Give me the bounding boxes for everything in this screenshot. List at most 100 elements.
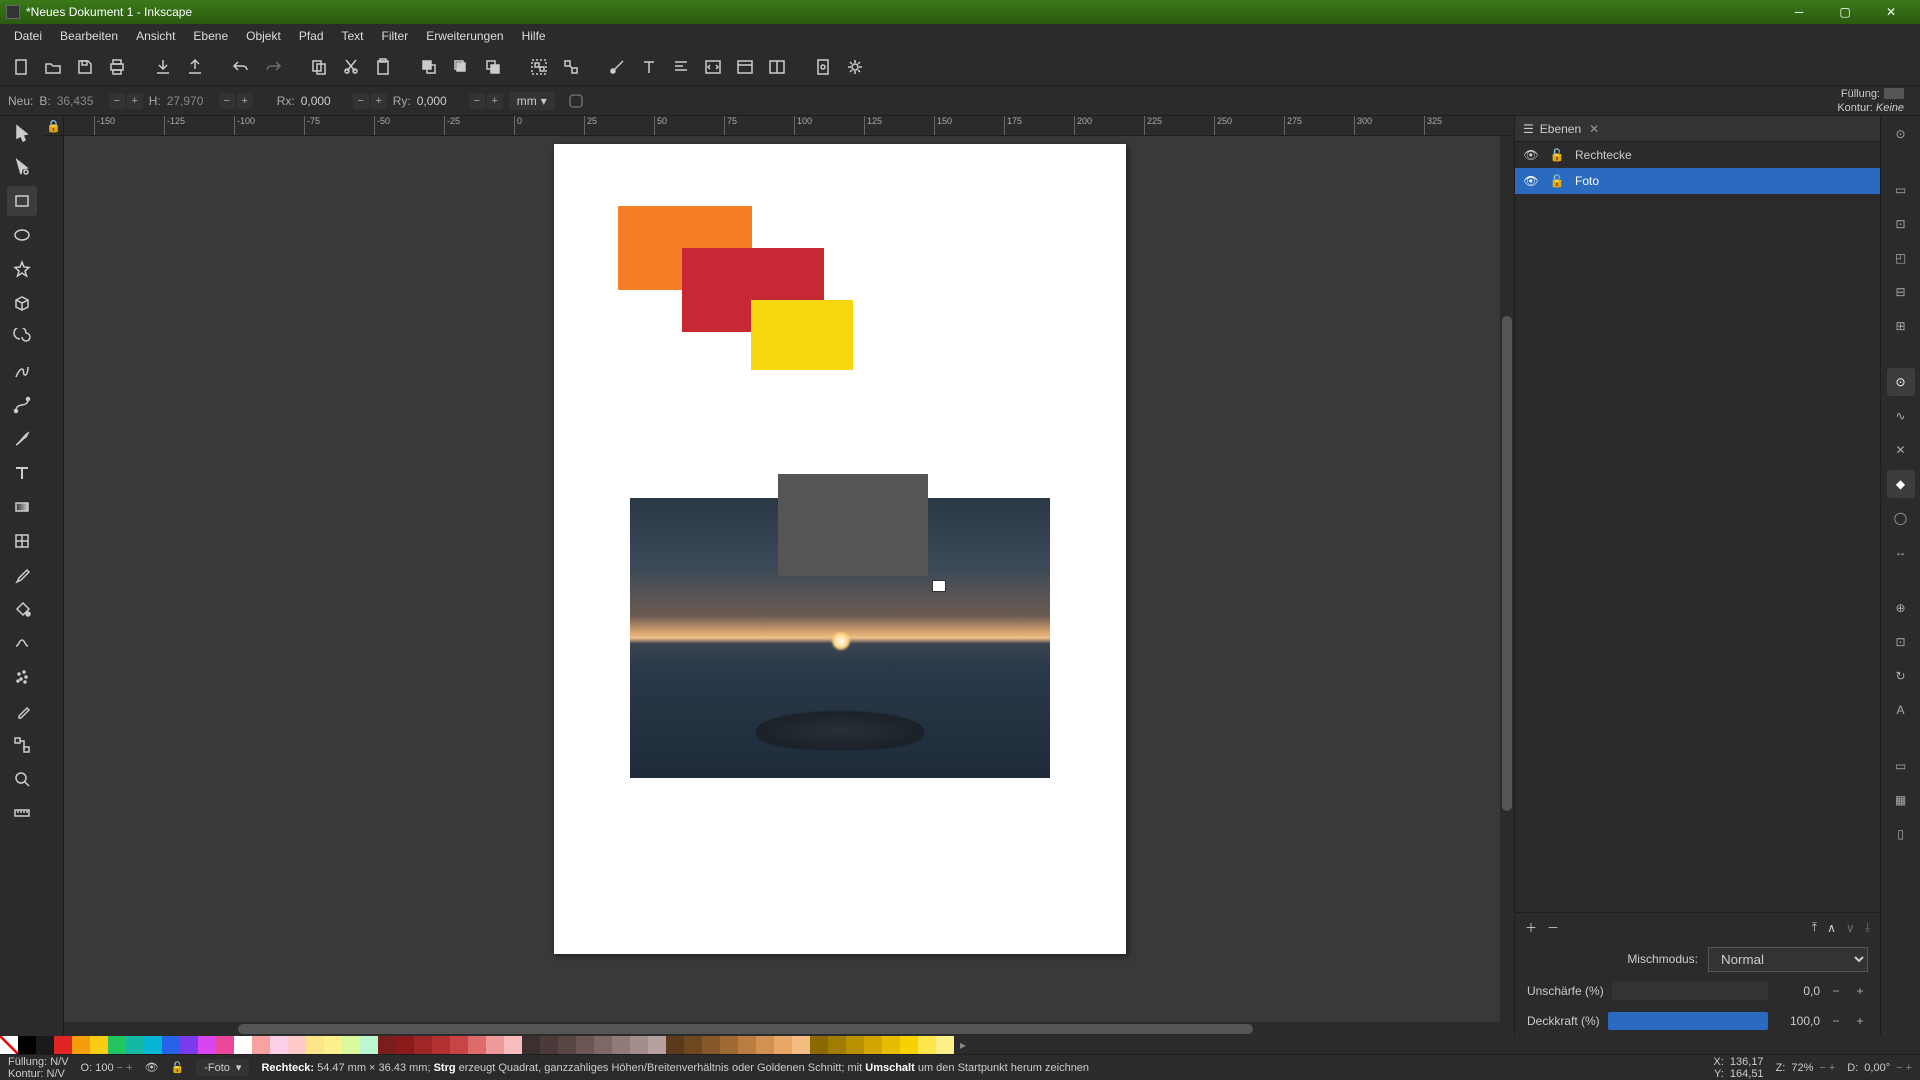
save-button[interactable] bbox=[70, 52, 100, 82]
raise-button[interactable] bbox=[446, 52, 476, 82]
palette-swatch[interactable] bbox=[72, 1036, 90, 1054]
text-tool[interactable] bbox=[7, 458, 37, 488]
prefs-button[interactable] bbox=[840, 52, 870, 82]
palette-swatch[interactable] bbox=[252, 1036, 270, 1054]
canvas[interactable] bbox=[64, 136, 1514, 1036]
snap-toggle-icon[interactable]: ⊙ bbox=[1887, 120, 1915, 148]
rx-value[interactable]: 0,000 bbox=[301, 94, 347, 108]
vertical-scrollbar[interactable] bbox=[1500, 136, 1514, 1036]
palette-swatch[interactable] bbox=[900, 1036, 918, 1054]
visibility-toggle-icon[interactable]: 👁 bbox=[1523, 148, 1539, 162]
width-inc[interactable]: + bbox=[127, 93, 143, 109]
ruler-corner[interactable]: 🔒 bbox=[44, 116, 64, 136]
palette-swatch[interactable] bbox=[198, 1036, 216, 1054]
new-button[interactable] bbox=[6, 52, 36, 82]
mesh-tool[interactable] bbox=[7, 526, 37, 556]
layer-bottom-button[interactable]: ⤓ bbox=[1865, 920, 1870, 935]
opacity-dec[interactable]: − bbox=[1828, 1014, 1844, 1028]
rx-inc[interactable]: + bbox=[371, 93, 387, 109]
star-tool[interactable] bbox=[7, 254, 37, 284]
shape-rect-yellow[interactable] bbox=[751, 300, 853, 370]
fill-stroke-button[interactable] bbox=[602, 52, 632, 82]
palette-swatch[interactable] bbox=[126, 1036, 144, 1054]
menu-hilfe[interactable]: Hilfe bbox=[514, 26, 554, 46]
palette-swatch[interactable] bbox=[234, 1036, 252, 1054]
selectors-button[interactable] bbox=[762, 52, 792, 82]
status-zoom[interactable]: Z:72%− + bbox=[1776, 1062, 1836, 1074]
status-opacity[interactable]: O: 100 − + bbox=[81, 1062, 133, 1074]
palette-swatch[interactable] bbox=[486, 1036, 504, 1054]
layer-top-button[interactable]: ⤒ bbox=[1812, 920, 1817, 935]
palette-swatch[interactable] bbox=[180, 1036, 198, 1054]
snap-bbox-icon[interactable]: ▭ bbox=[1887, 176, 1915, 204]
palette-swatch[interactable] bbox=[720, 1036, 738, 1054]
palette-swatch[interactable] bbox=[378, 1036, 396, 1054]
layer-name[interactable]: Foto bbox=[1575, 174, 1599, 188]
calligraphy-tool[interactable] bbox=[7, 424, 37, 454]
lower-button[interactable] bbox=[478, 52, 508, 82]
palette-swatch[interactable] bbox=[162, 1036, 180, 1054]
text-props-button[interactable] bbox=[634, 52, 664, 82]
import-button[interactable] bbox=[148, 52, 178, 82]
layer-up-button[interactable]: ∧ bbox=[1827, 921, 1836, 935]
palette-swatch[interactable] bbox=[540, 1036, 558, 1054]
palette-swatch[interactable] bbox=[864, 1036, 882, 1054]
palette-swatch[interactable] bbox=[882, 1036, 900, 1054]
palette-swatch[interactable] bbox=[468, 1036, 486, 1054]
status-fill-stroke[interactable]: Füllung: N/V Kontur: N/V bbox=[8, 1056, 69, 1080]
zoom-tool[interactable] bbox=[7, 764, 37, 794]
palette-swatch[interactable] bbox=[396, 1036, 414, 1054]
palette-swatch[interactable] bbox=[630, 1036, 648, 1054]
copy-button[interactable] bbox=[304, 52, 334, 82]
doc-props-button[interactable] bbox=[808, 52, 838, 82]
palette-swatch[interactable] bbox=[756, 1036, 774, 1054]
snap-node-icon[interactable]: ⊙ bbox=[1887, 368, 1915, 396]
height-value[interactable]: 27,970 bbox=[167, 94, 213, 108]
snap-line-icon[interactable]: ↔ bbox=[1887, 538, 1915, 566]
node-tool[interactable] bbox=[7, 152, 37, 182]
palette-swatch[interactable] bbox=[90, 1036, 108, 1054]
palette-swatch[interactable] bbox=[648, 1036, 666, 1054]
minimize-button[interactable]: ─ bbox=[1776, 0, 1822, 24]
palette-swatch[interactable] bbox=[594, 1036, 612, 1054]
rectangle-tool[interactable] bbox=[7, 186, 37, 216]
palette-swatch[interactable] bbox=[612, 1036, 630, 1054]
palette-more-button[interactable]: ▸ bbox=[954, 1036, 972, 1054]
palette-swatch[interactable] bbox=[324, 1036, 342, 1054]
snap-path-icon[interactable]: ∿ bbox=[1887, 402, 1915, 430]
objects-button[interactable] bbox=[730, 52, 760, 82]
palette-swatch[interactable] bbox=[810, 1036, 828, 1054]
snap-rotation-icon[interactable]: ↻ bbox=[1887, 662, 1915, 690]
palette-swatch[interactable] bbox=[18, 1036, 36, 1054]
box3d-tool[interactable] bbox=[7, 288, 37, 318]
snap-other-icon[interactable]: ⊕ bbox=[1887, 594, 1915, 622]
height-inc[interactable]: + bbox=[237, 93, 253, 109]
palette-swatch[interactable] bbox=[774, 1036, 792, 1054]
palette-swatch[interactable] bbox=[288, 1036, 306, 1054]
layer-row-foto[interactable]: 👁 🔓 Foto bbox=[1515, 168, 1880, 194]
width-dec[interactable]: − bbox=[109, 93, 125, 109]
snap-guide-icon[interactable]: ▯ bbox=[1887, 820, 1915, 848]
menu-ansicht[interactable]: Ansicht bbox=[128, 26, 183, 46]
ruler-horizontal[interactable]: -150 -125 -100 -75 -50 -25 0 25 50 75 10… bbox=[64, 116, 1514, 136]
bezier-tool[interactable] bbox=[7, 390, 37, 420]
snap-cusp-icon[interactable]: ◆ bbox=[1887, 470, 1915, 498]
blend-mode-select[interactable]: Normal bbox=[1708, 947, 1868, 972]
group-button[interactable] bbox=[524, 52, 554, 82]
ellipse-tool[interactable] bbox=[7, 220, 37, 250]
selector-tool[interactable] bbox=[7, 118, 37, 148]
ry-dec[interactable]: − bbox=[469, 93, 485, 109]
status-lock-icon[interactable]: 🔓 bbox=[171, 1061, 185, 1074]
remove-layer-button[interactable]: － bbox=[1547, 919, 1559, 936]
menu-datei[interactable]: Datei bbox=[6, 26, 50, 46]
palette-swatch[interactable] bbox=[558, 1036, 576, 1054]
palette-swatch[interactable] bbox=[666, 1036, 684, 1054]
menu-erweiterungen[interactable]: Erweiterungen bbox=[418, 26, 511, 46]
blur-inc[interactable]: + bbox=[1852, 984, 1868, 998]
align-button[interactable] bbox=[666, 52, 696, 82]
palette-swatch[interactable] bbox=[342, 1036, 360, 1054]
connector-tool[interactable] bbox=[7, 730, 37, 760]
ry-inc[interactable]: + bbox=[487, 93, 503, 109]
snap-smooth-icon[interactable]: ◯ bbox=[1887, 504, 1915, 532]
pencil-tool[interactable] bbox=[7, 356, 37, 386]
